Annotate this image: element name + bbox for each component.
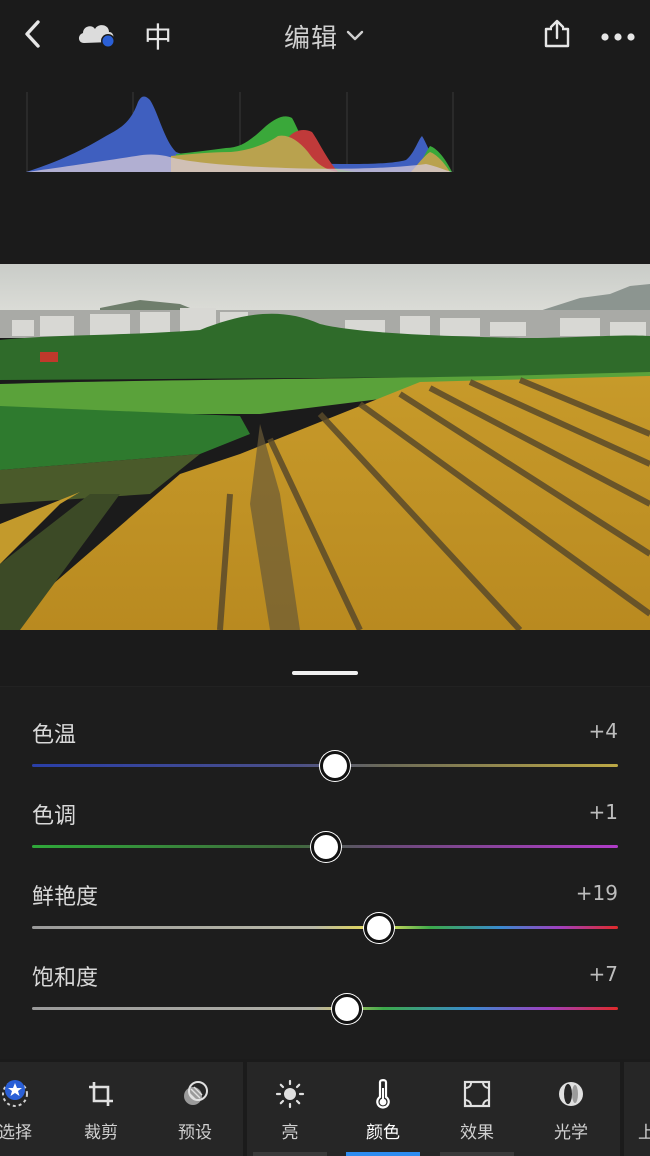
selective-star-icon — [0, 1078, 31, 1110]
tool-underline — [440, 1152, 514, 1156]
histogram — [26, 92, 456, 176]
tool-label: 裁剪 — [84, 1123, 118, 1143]
slider-label: 色调 — [32, 804, 77, 829]
temperature-slider[interactable]: 色温 +4 — [32, 717, 618, 797]
page-title: 编辑 — [284, 23, 339, 54]
tool-label: 选择 — [0, 1123, 32, 1143]
slider-thumb[interactable] — [311, 832, 341, 862]
tool-underline-active — [346, 1152, 420, 1156]
share-icon — [542, 19, 572, 53]
top-bar: 中 编辑 — [0, 0, 650, 72]
tool-label: 光学 — [554, 1123, 588, 1143]
tool-partial[interactable]: 上 — [624, 1062, 650, 1156]
vibrance-slider[interactable]: 鲜艳度 +19 — [32, 879, 618, 959]
tool-label: 亮 — [281, 1123, 299, 1143]
sun-icon — [274, 1078, 306, 1110]
tool-label: 效果 — [460, 1123, 494, 1143]
tool-label: 上 — [638, 1123, 650, 1143]
slider-track[interactable] — [32, 926, 618, 929]
slider-value: +7 — [588, 962, 618, 986]
tool-selective[interactable]: 选择 — [0, 1062, 58, 1156]
tool-label: 预设 — [178, 1123, 212, 1143]
tool-presets[interactable]: 预设 — [152, 1062, 238, 1156]
thermometer-icon — [367, 1078, 399, 1110]
cloud-sync-button[interactable] — [74, 14, 120, 58]
tool-light[interactable]: 亮 — [247, 1062, 333, 1156]
share-button[interactable] — [540, 14, 574, 58]
slider-track[interactable] — [32, 1007, 618, 1010]
slider-label: 色温 — [32, 723, 77, 748]
tint-slider[interactable]: 色调 +1 — [32, 798, 618, 878]
language-button[interactable]: 中 — [140, 14, 176, 58]
chevron-left-icon — [23, 19, 43, 53]
effects-icon — [461, 1078, 493, 1110]
tool-crop[interactable]: 裁剪 — [58, 1062, 144, 1156]
slider-thumb[interactable] — [331, 994, 362, 1024]
cloud-sync-icon — [75, 18, 119, 54]
chevron-down-icon — [346, 27, 364, 46]
slider-value: +19 — [575, 881, 618, 905]
edit-mode-dropdown[interactable]: 编辑 — [284, 18, 364, 54]
tool-label: 颜色 — [366, 1123, 400, 1143]
language-label: 中 — [143, 21, 172, 54]
photo-preview[interactable] — [0, 264, 650, 630]
slider-value: +1 — [588, 800, 618, 824]
back-button[interactable] — [16, 14, 50, 58]
tool-color[interactable]: 颜色 — [340, 1062, 426, 1156]
color-adjust-panel: 色温 +4 色调 +1 鲜艳度 +19 饱和度 +7 — [0, 687, 650, 1059]
presets-icon — [179, 1078, 211, 1110]
tool-optics[interactable]: 光学 — [528, 1062, 614, 1156]
crop-icon — [85, 1078, 117, 1110]
optics-lens-icon — [555, 1078, 587, 1110]
slider-label: 饱和度 — [32, 966, 99, 991]
bottom-toolbar: 选择 裁剪 预设 亮 颜色 效果 光学 上 — [0, 1062, 650, 1156]
tool-effects[interactable]: 效果 — [434, 1062, 520, 1156]
slider-thumb[interactable] — [319, 751, 350, 781]
slider-label: 鲜艳度 — [32, 885, 99, 910]
tool-underline — [253, 1152, 327, 1156]
saturation-slider[interactable]: 饱和度 +7 — [32, 960, 618, 1040]
more-button[interactable] — [598, 14, 638, 58]
more-icon — [600, 27, 636, 46]
slider-value: +4 — [588, 719, 618, 743]
slider-thumb[interactable] — [363, 913, 394, 943]
panel-drag-handle[interactable] — [292, 671, 358, 675]
